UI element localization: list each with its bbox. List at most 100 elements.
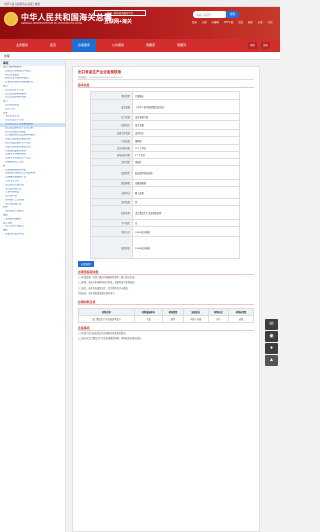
back-to-top-icon[interactable]: ▲ <box>265 355 278 366</box>
materials-cell[interactable]: 下载 <box>133 314 164 323</box>
nav-tab-0[interactable]: 业务服务 <box>10 39 34 52</box>
info-table: 事项类型 行政确认 设定依据 《中华人民共和国食品安全法》 权力来源 法定本级行使 实施机关… <box>90 91 240 259</box>
search-input[interactable]: 请输入关键字 <box>193 11 227 18</box>
quick-link-0[interactable]: 登录 <box>192 20 197 24</box>
materials-cell: 电子 <box>207 314 230 323</box>
materials-header-2: 材料类型 <box>162 307 184 316</box>
breadcrumb-text[interactable]: 办理 <box>4 54 10 58</box>
info-row: 行使层级 国家级 <box>90 136 240 145</box>
materials-header-0: 材料名称 <box>78 307 135 316</box>
breadcrumb: 办理 <box>0 52 280 60</box>
materials-cell: 原件 <box>162 314 184 323</box>
platform-badge: 全国一体化政务服务平台 <box>94 10 146 16</box>
info-row: 实施机关 海关总署 <box>90 120 240 130</box>
process-step-2: (三)决定。海关作出备案决定，符合条件的予以备案。 <box>78 287 130 290</box>
info-key: 中介服务 <box>90 219 133 227</box>
quick-link-5[interactable]: 服务 <box>248 20 253 24</box>
materials-header-1: 材料填报样本 <box>133 307 164 316</box>
nav-right-group: 搜索 更多 <box>248 42 280 49</box>
info-key: 实施机关 <box>90 120 133 130</box>
section-materials: 办理材料目录 <box>78 300 254 305</box>
info-value: 12360海关热线 <box>132 236 240 259</box>
info-value: 法定本级行使 <box>132 113 240 121</box>
info-key: 设定依据 <box>90 99 133 114</box>
info-row: 法定办结时限 20个工作日 <box>90 144 240 152</box>
info-row: 实施主体性质 法定机关 <box>90 129 240 137</box>
info-key: 实施主体性质 <box>90 129 133 137</box>
info-value: 无 <box>132 219 240 227</box>
weibo-icon[interactable]: ● <box>265 343 278 354</box>
info-key: 数量限制 <box>90 179 133 187</box>
nav-tab-5[interactable]: 我要问 <box>171 39 192 52</box>
info-value: 12360海关热线 <box>132 226 240 237</box>
materials-header-3: 来源渠道 <box>182 307 209 316</box>
info-row: 受理条件 依法取得营业执照 <box>90 165 240 180</box>
info-row: 中介服务无 <box>90 219 240 227</box>
info-value: 依法取得营业执照 <box>132 165 240 180</box>
national-emblem-icon <box>4 12 18 26</box>
info-row: 数量限制 无数量限制 <box>90 179 240 187</box>
info-key: 受理条件 <box>90 165 133 180</box>
section-basic-info: 基本信息 <box>78 83 254 88</box>
materials-cell: 出口食品生产企业备案申请书 <box>78 314 135 323</box>
info-row: 是否收费否 <box>90 198 240 206</box>
info-value: 5个工作日 <box>132 151 240 159</box>
nav-tab-2[interactable]: 办事服务 <box>72 39 97 52</box>
info-key: 法定办结时限 <box>90 144 133 152</box>
info-key: 结果名称 <box>90 205 133 220</box>
sidebar-item-44[interactable]: · 保税仓库设立审批 <box>0 233 65 237</box>
sidebar-list: 海关行政审批事项 · 进出口货物收发货人备案 · 报关企业备案 · 报关企业分支机构备… <box>0 66 65 237</box>
page-subtitle: 实施编码：11100000000018193Y4000117002 <box>78 75 254 80</box>
share-icon[interactable]: ✉ <box>265 319 278 330</box>
nav-mini-button-0[interactable]: 搜索 <box>248 42 257 49</box>
info-value: 出口食品生产企业备案证明 <box>132 205 240 220</box>
info-key: 咨询方式 <box>90 226 133 237</box>
note-1: (二)海关对出口食品生产企业实施备案管理，具体要求见相关规定。 <box>78 338 143 341</box>
info-key: 办件类型 <box>90 158 133 166</box>
logo-english: GENERAL ADMINISTRATION OF CUSTOMS P.R.CH… <box>21 22 83 25</box>
info-row: 结果名称 出口食品生产企业备案证明 <box>90 205 240 220</box>
info-key: 事项类型 <box>90 91 133 100</box>
quick-link-1[interactable]: 注册 <box>202 20 207 24</box>
nav-tab-1[interactable]: 首页 <box>44 39 62 52</box>
nav-mini-button-1[interactable]: 更多 <box>261 42 270 49</box>
materials-cell: 申请人自备 <box>182 314 209 323</box>
info-key: 承诺办结时限 <box>90 151 133 159</box>
info-value: 海关总署 <box>132 120 240 130</box>
process-step-0: (一)申请受理。申请人通过中国国际贸易单一窗口提出申请。 <box>78 277 137 279</box>
info-key: 监督投诉 <box>90 236 133 259</box>
internet-plus-customs-logo[interactable]: 全国一体化政务服务平台 互联网+海关 <box>94 10 146 27</box>
wechat-icon[interactable]: ◉ <box>265 331 278 342</box>
info-row: 办理形式 网上办理 <box>90 186 240 199</box>
info-value: 法定机关 <box>132 129 240 137</box>
section-notes: 注意事项 <box>78 326 254 331</box>
info-row: 办件类型 承诺件 <box>90 158 240 166</box>
quick-link-3[interactable]: APP下载 <box>224 20 234 24</box>
nav-tab-4[interactable]: 我要查 <box>140 39 161 52</box>
info-value: 《中华人民共和国食品安全法》 <box>132 99 240 114</box>
info-row: 咨询方式 12360海关热线 <box>90 226 240 237</box>
process-step-3: (四)送达。海关将备案结果告知申请人。 <box>78 293 117 296</box>
process-list: (一)申请受理。申请人通过中国国际贸易单一窗口提出申请。 (二)审核。海关对申请材… <box>78 277 254 297</box>
info-row: 权力来源 法定本级行使 <box>90 113 240 121</box>
info-key: 权力来源 <box>90 113 133 121</box>
quick-link-4[interactable]: 首页 <box>238 20 243 24</box>
platform-title: 互联网+海关 <box>104 19 132 25</box>
search-button[interactable]: 搜索 <box>226 11 239 18</box>
tab-process[interactable]: 办理流程 <box>78 261 94 267</box>
info-row: 设定依据 《中华人民共和国食品安全法》 <box>90 99 240 114</box>
info-value: 行政确认 <box>132 91 240 100</box>
quick-link-6[interactable]: 办事 <box>258 20 263 24</box>
info-row: 承诺办结时限 5个工作日 <box>90 151 240 159</box>
quick-link-2[interactable]: 无障碍 <box>212 20 219 24</box>
info-key: 办理形式 <box>90 186 133 199</box>
info-value: 无数量限制 <box>132 179 240 187</box>
quick-link-7[interactable]: 互动 <box>268 20 273 24</box>
info-value: 否 <box>132 198 240 206</box>
section-process: 办理流程和时限 <box>78 270 254 275</box>
site-header: 中华人民共和国海关总署 GENERAL ADMINISTRATION OF CU… <box>0 7 280 39</box>
info-row: 监督投诉 12360海关热线 <box>90 236 240 259</box>
info-value: 承诺件 <box>132 158 240 166</box>
process-step-1: (二)审核。海关对申请材料进行审核，必要时进行现场核查。 <box>78 282 137 285</box>
nav-tab-3[interactable]: 公共服务 <box>106 39 130 52</box>
